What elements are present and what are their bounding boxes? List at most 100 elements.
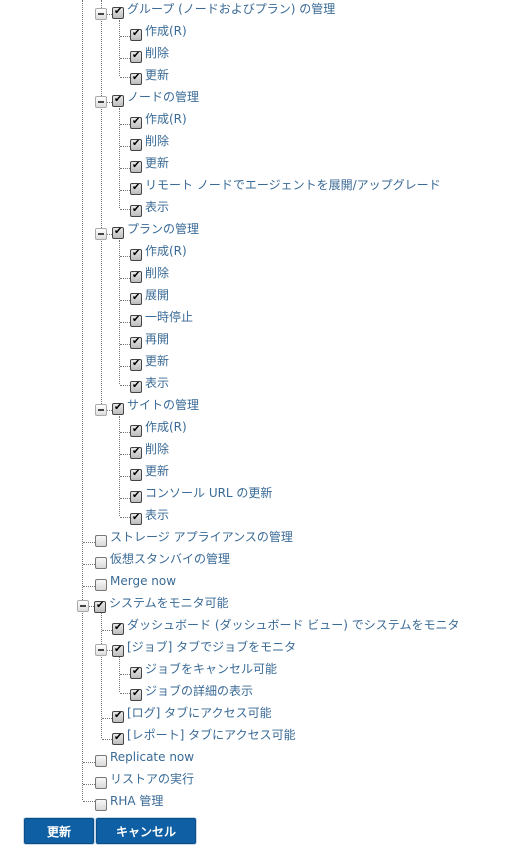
tree-node-plan-deploy[interactable]: 展開	[130, 284, 169, 306]
checkbox[interactable]	[130, 314, 142, 327]
tree-node-label[interactable]: 削除	[145, 266, 169, 280]
tree-node-label[interactable]: 更新	[145, 464, 169, 478]
checkbox[interactable]	[130, 380, 142, 393]
checkbox[interactable]	[112, 226, 124, 239]
tree-node-virtual-standby[interactable]: 仮想スタンバイの管理	[95, 548, 230, 570]
tree-node-label[interactable]: 表示	[145, 200, 169, 214]
tree-node-label[interactable]: ノードの管理	[127, 90, 199, 104]
tree-node-rha-mgmt[interactable]: RHA 管理	[95, 790, 163, 812]
tree-node-label[interactable]: 更新	[145, 68, 169, 82]
tree-node-label[interactable]: プランの管理	[127, 222, 199, 236]
tree-node-label[interactable]: ダッシュボード (ダッシュボード ビュー) でシステムをモニタ	[127, 618, 459, 632]
tree-node-site-create[interactable]: 作成(R)	[130, 416, 187, 438]
checkbox[interactable]	[130, 490, 142, 503]
checkbox[interactable]	[130, 248, 142, 261]
collapse-toggle-group-mgmt[interactable]	[95, 8, 107, 20]
tree-node-label[interactable]: リモート ノードでエージェントを展開/アップグレード	[145, 178, 441, 192]
tree-node-jobs-tab[interactable]: [ジョブ] タブでジョブをモニタ	[112, 636, 296, 658]
tree-node-node-view[interactable]: 表示	[130, 196, 169, 218]
tree-node-node-create[interactable]: 作成(R)	[130, 108, 187, 130]
checkbox[interactable]	[130, 358, 142, 371]
checkbox[interactable]	[130, 138, 142, 151]
checkbox[interactable]	[130, 424, 142, 437]
checkbox[interactable]	[95, 535, 107, 547]
checkbox[interactable]	[130, 446, 142, 459]
tree-node-dashboard-monitor[interactable]: ダッシュボード (ダッシュボード ビュー) でシステムをモニタ	[112, 614, 459, 636]
checkbox[interactable]	[112, 6, 124, 19]
tree-node-label[interactable]: 作成(R)	[145, 244, 187, 258]
collapse-toggle-node-mgmt[interactable]	[95, 96, 107, 108]
checkbox[interactable]	[130, 666, 142, 679]
collapse-toggle-monitor[interactable]	[77, 600, 89, 612]
checkbox[interactable]	[112, 622, 124, 635]
checkbox[interactable]	[95, 777, 107, 789]
checkbox[interactable]	[95, 579, 107, 591]
collapse-toggle-plan-mgmt[interactable]	[95, 228, 107, 240]
collapse-toggle-jobs-tab[interactable]	[95, 644, 107, 656]
tree-node-plan-resume[interactable]: 再開	[130, 328, 169, 350]
tree-node-node-mgmt[interactable]: ノードの管理	[112, 86, 199, 108]
tree-node-label[interactable]: 更新	[145, 354, 169, 368]
tree-node-label[interactable]: RHA 管理	[110, 794, 163, 808]
tree-node-label[interactable]: 削除	[145, 442, 169, 456]
tree-node-log-tab[interactable]: [ログ] タブにアクセス可能	[112, 702, 272, 724]
checkbox[interactable]	[95, 557, 107, 569]
tree-node-label[interactable]: Merge now	[110, 574, 176, 588]
tree-node-label[interactable]: コンソール URL の更新	[145, 486, 272, 500]
tree-node-label[interactable]: 削除	[145, 46, 169, 60]
checkbox[interactable]	[130, 116, 142, 129]
tree-node-label[interactable]: 再開	[145, 332, 169, 346]
tree-node-site-update[interactable]: 更新	[130, 460, 169, 482]
tree-node-report-tab[interactable]: [レポート] タブにアクセス可能	[112, 724, 296, 746]
checkbox[interactable]	[130, 468, 142, 481]
tree-node-label[interactable]: 作成(R)	[145, 420, 187, 434]
tree-node-plan-create[interactable]: 作成(R)	[130, 240, 187, 262]
tree-node-plan-pause[interactable]: 一時停止	[130, 306, 193, 328]
tree-node-job-details[interactable]: ジョブの詳細の表示	[130, 680, 253, 702]
update-button[interactable]: 更新	[24, 818, 94, 844]
tree-node-group-mgmt[interactable]: グループ (ノードおよびプラン) の管理	[112, 0, 335, 20]
tree-node-replicate-now[interactable]: Replicate now	[95, 746, 194, 768]
cancel-button[interactable]: キャンセル	[96, 818, 196, 844]
tree-node-label[interactable]: 作成(R)	[145, 112, 187, 126]
checkbox[interactable]	[130, 292, 142, 305]
tree-node-label[interactable]: 更新	[145, 156, 169, 170]
tree-node-site-console-url[interactable]: コンソール URL の更新	[130, 482, 272, 504]
tree-node-merge-now[interactable]: Merge now	[95, 570, 176, 592]
tree-node-group-create[interactable]: 作成(R)	[130, 20, 187, 42]
tree-node-cancel-job[interactable]: ジョブをキャンセル可能	[130, 658, 277, 680]
tree-node-plan-delete[interactable]: 削除	[130, 262, 169, 284]
tree-node-node-deploy-agent[interactable]: リモート ノードでエージェントを展開/アップグレード	[130, 174, 441, 196]
tree-node-label[interactable]: 展開	[145, 288, 169, 302]
tree-node-label[interactable]: グループ (ノードおよびプラン) の管理	[127, 2, 335, 16]
tree-node-site-delete[interactable]: 削除	[130, 438, 169, 460]
tree-node-node-update[interactable]: 更新	[130, 152, 169, 174]
tree-node-site-view[interactable]: 表示	[130, 504, 169, 526]
checkbox[interactable]	[130, 72, 142, 85]
tree-node-label[interactable]: [ログ] タブにアクセス可能	[127, 706, 272, 720]
tree-node-label[interactable]: 削除	[145, 134, 169, 148]
checkbox[interactable]	[130, 28, 142, 41]
tree-node-label[interactable]: ジョブの詳細の表示	[145, 684, 253, 698]
tree-node-group-update[interactable]: 更新	[130, 64, 169, 86]
checkbox[interactable]	[112, 644, 124, 657]
tree-node-plan-view[interactable]: 表示	[130, 372, 169, 394]
checkbox[interactable]	[112, 710, 124, 723]
tree-node-label[interactable]: リストアの実行	[110, 772, 194, 786]
tree-node-label[interactable]: [レポート] タブにアクセス可能	[127, 728, 296, 742]
tree-node-label[interactable]: 作成(R)	[145, 24, 187, 38]
tree-node-label[interactable]: 表示	[145, 508, 169, 522]
collapse-toggle-site-mgmt[interactable]	[95, 404, 107, 416]
tree-node-label[interactable]: システムをモニタ可能	[109, 596, 229, 610]
tree-node-label[interactable]: ジョブをキャンセル可能	[145, 662, 277, 676]
tree-node-label[interactable]: 表示	[145, 376, 169, 390]
tree-node-run-restore[interactable]: リストアの実行	[95, 768, 194, 790]
tree-node-monitor[interactable]: システムをモニタ可能	[94, 592, 229, 614]
checkbox[interactable]	[95, 799, 107, 811]
tree-node-label[interactable]: [ジョブ] タブでジョブをモニタ	[127, 640, 296, 654]
tree-node-group-delete[interactable]: 削除	[130, 42, 169, 64]
tree-node-label[interactable]: 仮想スタンバイの管理	[110, 552, 230, 566]
tree-node-node-delete[interactable]: 削除	[130, 130, 169, 152]
tree-node-plan-mgmt[interactable]: プランの管理	[112, 218, 199, 240]
checkbox[interactable]	[94, 600, 106, 613]
